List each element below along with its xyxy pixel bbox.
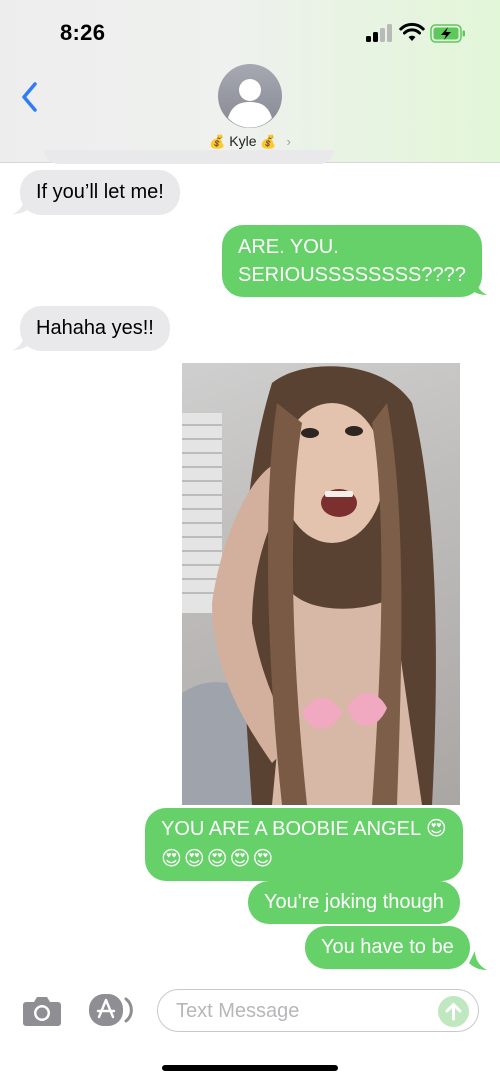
sent-message[interactable]: You're joking though — [248, 881, 460, 924]
bubble-tail — [469, 276, 487, 295]
chevron-right-icon: › — [286, 134, 291, 149]
received-message[interactable]: If you’ll let me! — [20, 170, 180, 215]
message-input[interactable]: Text Message — [157, 989, 479, 1032]
back-chevron-icon[interactable] — [20, 81, 40, 113]
home-indicator[interactable] — [162, 1065, 338, 1071]
message-text-line: ARE. YOU. — [238, 236, 339, 258]
bubble-tail — [13, 195, 31, 214]
message-text: You have to be — [321, 936, 454, 958]
person-icon — [228, 79, 272, 128]
send-button[interactable] — [438, 996, 469, 1027]
message-text: Hahaha yes!! — [36, 317, 154, 339]
message-text-line: 😍😍😍😍😍 — [161, 846, 276, 870]
battery-charging-icon — [430, 24, 465, 43]
send-arrow-icon — [445, 1003, 462, 1021]
signal-icon — [366, 24, 394, 42]
contact-name: Kyle — [229, 133, 257, 149]
contact-avatar[interactable] — [218, 64, 282, 128]
sent-message[interactable]: ARE. YOU. SERIOUSSSSSSSS???? — [222, 225, 482, 297]
previous-message-peek — [44, 150, 334, 164]
message-text: If you’ll let me! — [36, 181, 164, 203]
camera-icon[interactable] — [22, 994, 62, 1027]
conversation-header: 8:26 💰 Kyle 💰 › — [0, 0, 500, 163]
contact-name-row[interactable]: 💰 Kyle 💰 › — [0, 133, 500, 150]
message-text-line: SERIOUSSSSSSSS???? — [238, 264, 466, 286]
message-text-line: YOU ARE A BOOBIE ANGEL 😍 — [161, 818, 447, 840]
message-text: You're joking though — [264, 891, 444, 913]
money-bag-icon: 💰 — [209, 135, 226, 150]
sent-message[interactable]: You have to be — [305, 926, 470, 969]
app-store-icon[interactable] — [88, 993, 138, 1027]
photo-image — [182, 366, 436, 805]
received-message[interactable]: Hahaha yes!! — [20, 306, 170, 351]
sent-message[interactable]: YOU ARE A BOOBIE ANGEL 😍 😍😍😍😍😍 — [145, 808, 463, 881]
photo-attachment[interactable] — [182, 363, 460, 805]
status-time: 8:26 — [60, 20, 106, 45]
money-bag-icon: 💰 — [260, 135, 277, 150]
message-input-placeholder: Text Message — [176, 1000, 300, 1022]
bubble-tail — [13, 331, 31, 350]
wifi-icon — [399, 22, 425, 41]
bubble-tail — [469, 951, 487, 970]
